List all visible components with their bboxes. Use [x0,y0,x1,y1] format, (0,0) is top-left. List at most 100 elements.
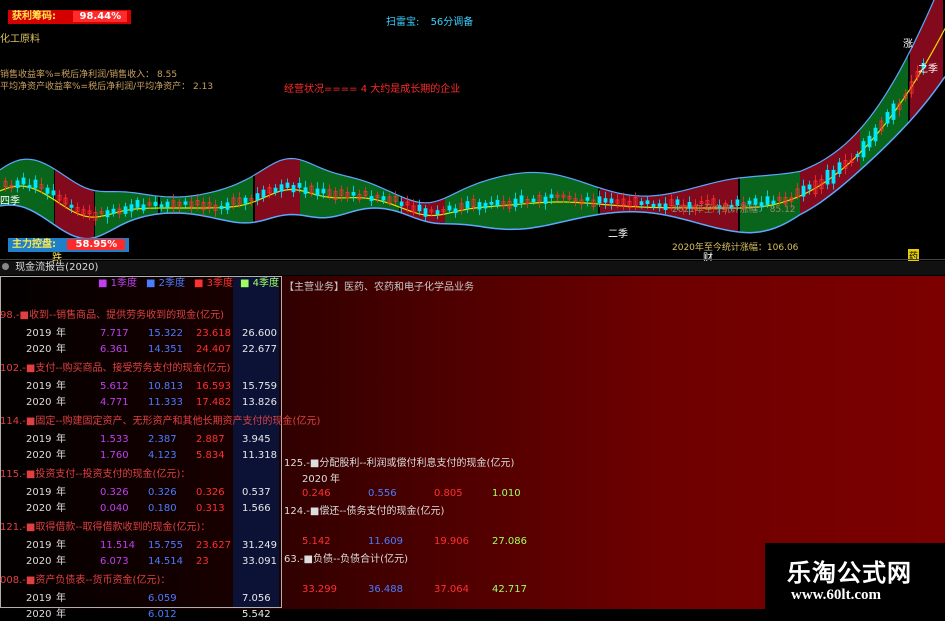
candle-body [297,182,302,188]
candle-body [549,194,554,199]
row-value-q1: 4.771 [100,397,129,408]
row-value-q1: 7.717 [100,328,129,339]
row-value-q4: 31.249 [242,540,277,551]
right-row-value-q2: 11.609 [368,536,403,547]
formula-equity-return-label: 平均净资产收益率%=税后净利润/平均净资产： [0,82,191,92]
row-value-q2: 4.123 [148,450,177,461]
candle-body [861,141,866,158]
row-value-q3: 0.313 [196,503,225,514]
row-value-q3: 2.887 [196,434,225,445]
candle-body [141,204,146,211]
candle-body [45,187,50,194]
marker-season-mid: 二季 [608,229,628,240]
row-year: 2019 [26,487,52,498]
candle-body [111,208,116,214]
row-value-q4: 11.318 [242,450,277,461]
row-value-q4: 22.677 [242,344,277,355]
row-year: 2019 [26,328,52,339]
formula-equity-return: 平均净资产收益率%=税后净利润/平均净资产： 2.13 [0,79,213,92]
candle-body [219,205,224,210]
row-value-q2: 0.326 [148,487,177,498]
right-row-value-q1: 33.299 [302,584,337,595]
cash-flow-panel-header[interactable]: 现金流报告(2020) [0,261,945,275]
row-value-q4: 7.056 [242,593,271,604]
scan-bao: 扫雷宝: 56分调备 [386,13,473,28]
candle-body [369,196,374,201]
section-title: 121.-■取得借款--取得借款收到的现金(亿元)： [0,522,211,533]
row-unit: 年 [56,434,66,445]
row-value-q3: 23.618 [196,328,231,339]
section-title: 115.-■投资支付--投资支付的现金(亿元)： [0,469,191,480]
candle-body [273,187,278,193]
formula-equity-return-value: 2.13 [193,82,214,92]
candle-body [543,196,548,204]
candle-body [657,203,662,207]
candlestick-chart[interactable]: 获利筹码: 98.44% 化工原料 销售收益率%=税后净利润/销售收入： 8.5… [0,0,945,264]
marker-season-right: 之季 [918,64,938,75]
candle-body [303,187,308,194]
row-value-q4: 5.542 [242,609,271,620]
row-value-q3: 23 [196,556,209,567]
quarter-header-2: ■ 2季度 [146,278,185,289]
band-segment [95,190,158,238]
row-value-q3: 16.593 [196,381,231,392]
candle-body [663,203,668,210]
quarter-header-3: ■ 3季度 [194,278,233,289]
row-value-q3: 17.482 [196,397,231,408]
row-unit: 年 [56,450,66,461]
candle-body [447,205,452,211]
right-section-title: 125.-■分配股利--利润或偿付利息支付的现金(亿元) [284,458,515,469]
row-value-q4: 33.091 [242,556,277,567]
marker-rise-top: 涨 [903,39,913,50]
logo-url: www.60lt.com [791,587,881,603]
row-value-q1: 6.361 [100,344,129,355]
scan-bao-label: 扫雷宝: [386,17,420,28]
row-value-q2: 14.514 [148,556,183,567]
row-value-q4: 3.945 [242,434,271,445]
row-value-q1: 0.040 [100,503,129,514]
right-row-unit: 年 [330,474,340,485]
row-year: 2019 [26,540,52,551]
right-row-value-q4: 1.010 [492,488,521,499]
candle-body [531,198,536,202]
price-chart-canvas[interactable] [0,0,945,260]
row-unit: 年 [56,328,66,339]
candle-body [21,177,26,185]
row-value-q2: 6.012 [148,609,177,620]
candle-body [225,202,230,210]
candle-body [867,135,872,148]
row-value-q1: 5.612 [100,381,129,392]
row-value-q2: 15.755 [148,540,183,551]
right-row-value-q3: 0.805 [434,488,463,499]
right-row-value-q1: 0.246 [302,488,331,499]
candle-body [825,169,830,185]
candle-body [639,201,644,205]
candle-body [321,188,326,194]
row-value-q4: 15.759 [242,381,277,392]
main-control-badge: 主力控盘: 58.95% [8,238,130,252]
row-value-q1: 1.533 [100,434,129,445]
operation-status: 经营状况==== 4 大约是成长期的企业 [284,84,461,95]
candle-body [513,198,518,207]
candle-body [837,162,842,174]
right-section-title: 63.-■负债--负债合计(亿元) [284,554,408,565]
section-title: 008.-■资产负债表--货币资金(亿元)： [0,575,171,586]
row-value-q2: 0.180 [148,503,177,514]
candle-body [873,127,878,142]
candle-body [291,185,296,193]
right-row-value-q3: 19.906 [434,536,469,547]
row-year: 2020 [26,344,52,355]
marker-season-left: 四季 [0,196,20,207]
row-value-q4: 1.566 [242,503,271,514]
candle-body [465,201,470,209]
row-value-q1: 6.073 [100,556,129,567]
main-control-value: 58.95% [67,239,126,250]
panel-gear-icon[interactable] [2,263,9,270]
candle-body [855,153,860,157]
row-year: 2020 [26,556,52,567]
candle-body [489,201,494,205]
row-value-q4: 26.600 [242,328,277,339]
candle-body [123,206,128,214]
right-section-title: 124.-■偿还--债务支付的现金(亿元) [284,506,445,517]
candle-body [891,103,896,120]
